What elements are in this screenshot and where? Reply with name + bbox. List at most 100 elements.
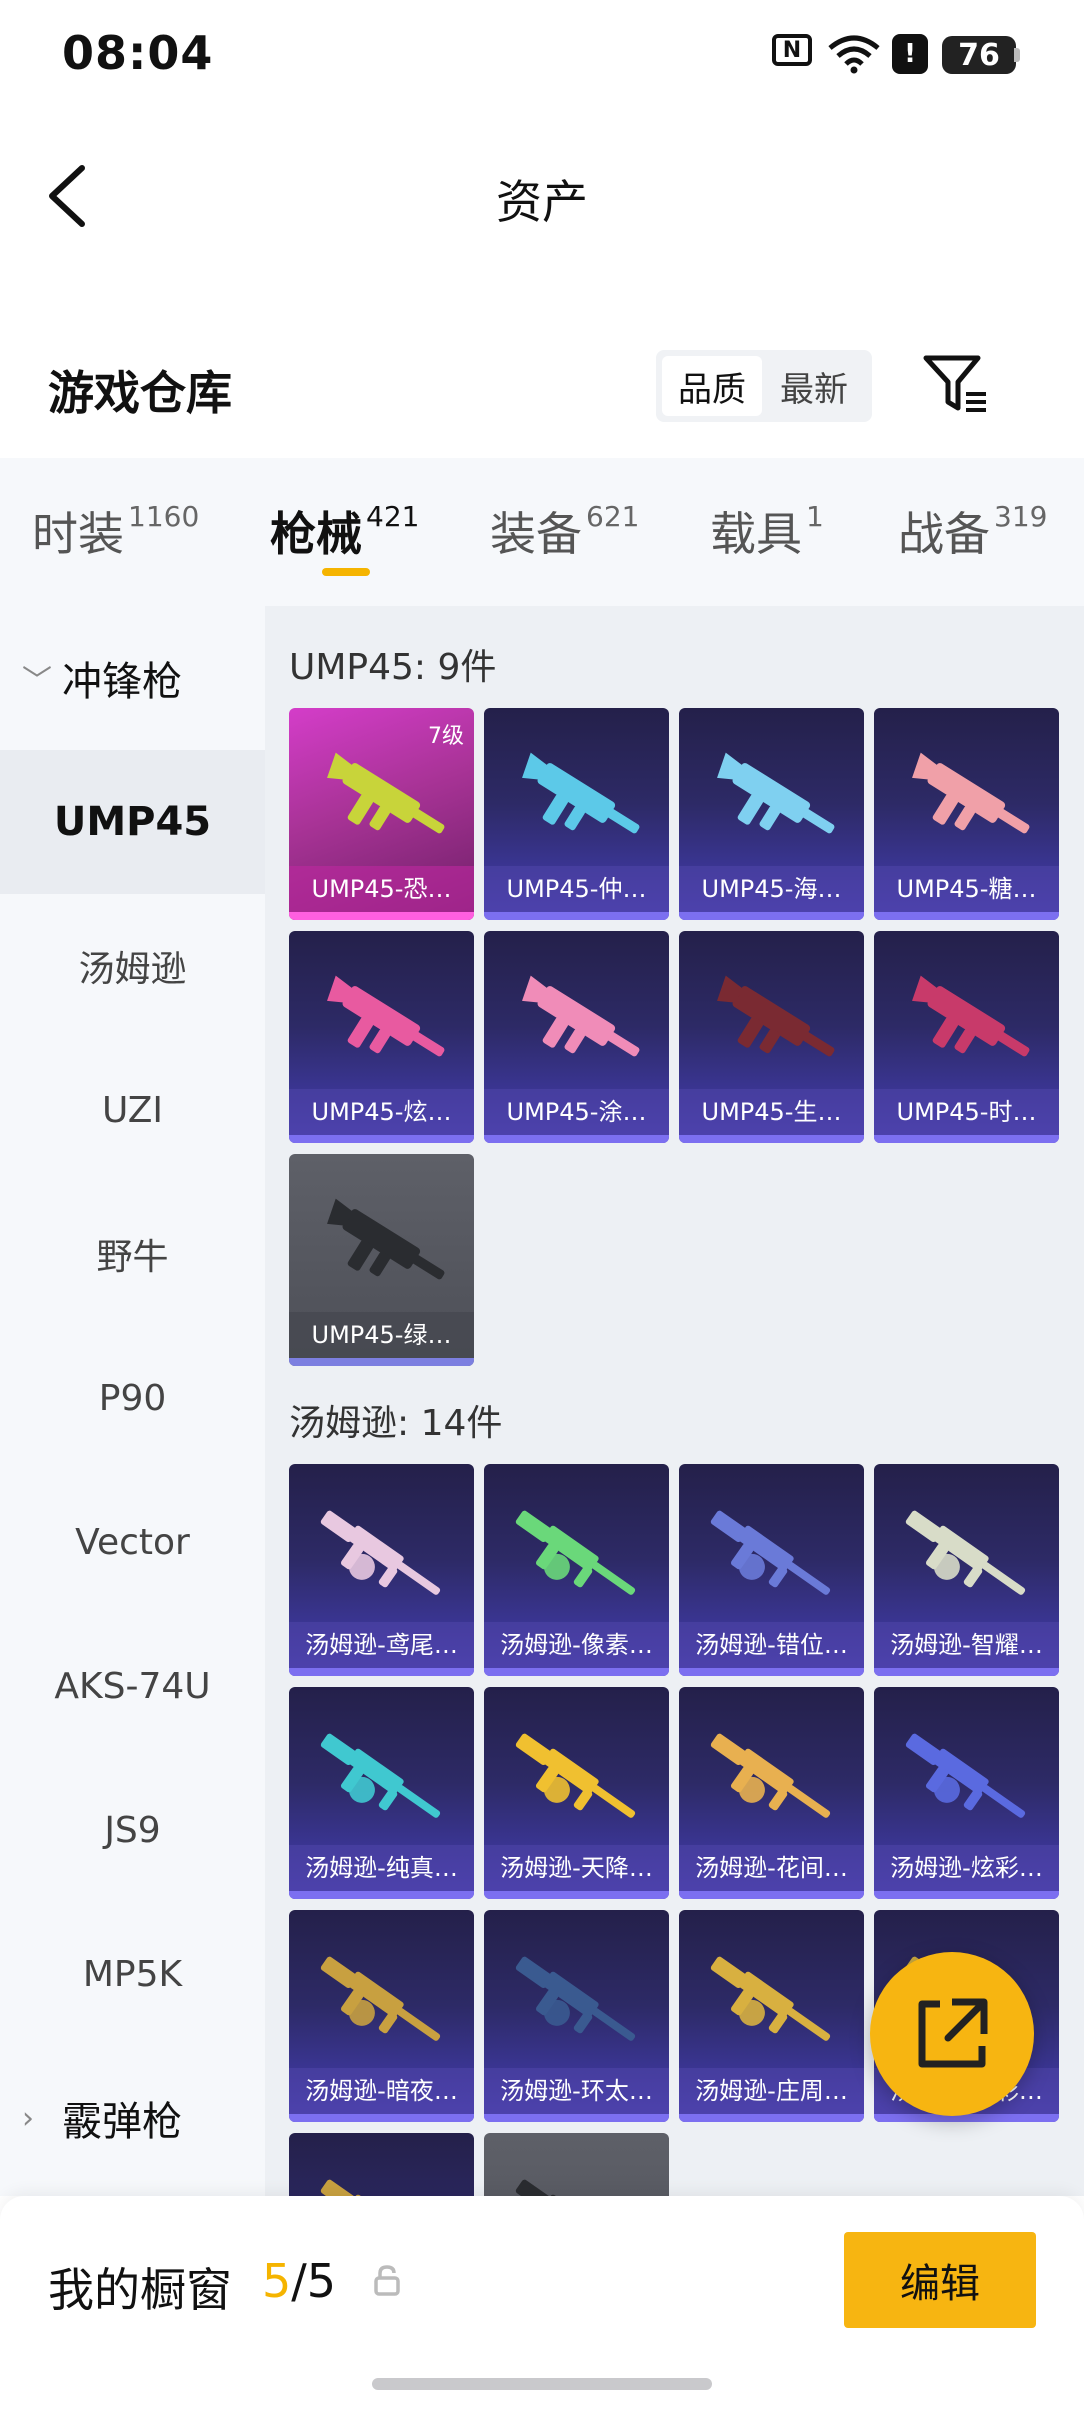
sidebar-group-label: 冲锋枪 (62, 659, 182, 705)
skin-name-label: 汤姆逊-纯真… (289, 1845, 474, 1891)
ump45-gun-image (717, 752, 835, 834)
skin-card[interactable]: 汤姆逊-天降… (484, 1687, 669, 1899)
page-title: 资产 (496, 175, 588, 229)
sort-toggle: 品质 最新 (656, 350, 872, 422)
filter-icon[interactable] (920, 352, 992, 416)
skin-card[interactable]: 汤姆逊-暗夜… (289, 1910, 474, 2122)
ump45-gun-image (912, 752, 1030, 834)
skin-card[interactable]: 汤姆逊-像素… (484, 1464, 669, 1676)
lock-icon (372, 2264, 402, 2298)
chevron-right-icon: › (22, 2100, 34, 2136)
tab-outfits[interactable]: 时装 1160 (32, 498, 199, 564)
skin-card[interactable]: UMP45-生… (679, 931, 864, 1143)
sidebar-item-p90[interactable]: P90 (0, 1326, 265, 1470)
skin-card[interactable]: 汤姆逊-鸢尾… (289, 1464, 474, 1676)
skin-card[interactable]: 汤姆逊-纯真… (289, 1687, 474, 1899)
tab-label: 枪械 (270, 507, 362, 561)
skin-card[interactable]: 汤姆逊-错位… (679, 1464, 864, 1676)
sidebar-item-uzi[interactable]: UZI (0, 1038, 265, 1182)
warehouse-title: 游戏仓库 (48, 366, 232, 420)
tab-equipment[interactable]: 装备 621 (490, 498, 639, 564)
weapon-type-sidebar: ﹀ 冲锋枪 UMP45 汤姆逊 UZI 野牛 P90 Vector AKS-74U… (0, 606, 265, 2196)
rarity-bar (289, 1891, 474, 1899)
skin-name-label: UMP45-恐… (289, 866, 474, 912)
rarity-bar (874, 1891, 1059, 1899)
tab-count: 621 (586, 500, 640, 533)
sort-by-quality-button[interactable]: 品质 (662, 356, 762, 416)
battery-indicator: 76 (942, 36, 1016, 74)
skin-card[interactable]: UMP45-时… (874, 931, 1059, 1143)
skin-card[interactable]: UMP45-涂… (484, 931, 669, 1143)
skin-name-label: 汤姆逊-鸢尾… (289, 1622, 474, 1668)
tab-firearms[interactable]: 枪械 421 (270, 498, 419, 564)
section-title-ump45: UMP45: 9件 (289, 647, 497, 688)
skin-card[interactable]: UMP45-糖… (874, 708, 1059, 920)
tab-count: 1160 (128, 500, 200, 533)
rarity-bar (874, 1668, 1059, 1676)
ump45-gun-image (327, 1198, 445, 1280)
showcase-label: 我的橱窗 (48, 2263, 232, 2317)
home-indicator[interactable] (372, 2378, 712, 2390)
skin-card[interactable]: 7级 UMP45-恐… (289, 708, 474, 920)
tab-vehicles[interactable]: 载具 1 (710, 498, 824, 564)
skin-name-label: 汤姆逊-错位… (679, 1622, 864, 1668)
sidebar-item-bizon[interactable]: 野牛 (0, 1182, 265, 1326)
skin-card[interactable]: UMP45-仲… (484, 708, 669, 920)
rarity-bar (484, 1135, 669, 1143)
sidebar-group-shotgun[interactable]: › 霰弹枪 (0, 2046, 265, 2190)
tommy-gun-image (320, 1956, 441, 2041)
skin-name-label: 汤姆逊-暗夜… (289, 2068, 474, 2114)
tommy-gun-image (320, 1510, 441, 1595)
ump45-gun-image (522, 975, 640, 1057)
tab-supplies[interactable]: 战备 319 (898, 498, 1047, 564)
status-time: 08:04 (62, 26, 214, 80)
tab-label: 装备 (490, 507, 582, 561)
skin-card[interactable] (484, 2133, 669, 2196)
wifi-icon (826, 34, 882, 74)
tab-label: 战备 (898, 507, 990, 561)
skin-card[interactable]: UMP45-绿… (289, 1154, 474, 1366)
sidebar-item-aks74u[interactable]: AKS-74U (0, 1614, 265, 1758)
sidebar-group-smg[interactable]: ﹀ 冲锋枪 (0, 606, 265, 750)
sort-by-newest-button[interactable]: 最新 (764, 356, 864, 416)
skin-card[interactable]: 汤姆逊-炫彩… (874, 1687, 1059, 1899)
tommy-gun-image (515, 1510, 636, 1595)
tommy-gun-image (515, 2179, 599, 2196)
sidebar-item-thompson[interactable]: 汤姆逊 (0, 894, 265, 1038)
tommy-gun-image (710, 1510, 831, 1595)
rarity-bar (289, 2114, 474, 2122)
skin-card[interactable]: UMP45-炫… (289, 931, 474, 1143)
ump45-gun-image (327, 975, 445, 1057)
tab-label: 时装 (32, 507, 124, 561)
skin-card[interactable]: 汤姆逊-智耀… (874, 1464, 1059, 1676)
sidebar-item-vector[interactable]: Vector (0, 1470, 265, 1614)
skin-name-label: 汤姆逊-花间… (679, 1845, 864, 1891)
tommy-gun-image (905, 1733, 1026, 1818)
tommy-gun-image (515, 1733, 636, 1818)
edit-button[interactable]: 编辑 (844, 2232, 1036, 2328)
skin-card[interactable]: UMP45-海… (679, 708, 864, 920)
skin-card[interactable]: 汤姆逊-花间… (679, 1687, 864, 1899)
skin-card[interactable]: 汤姆逊-环太… (484, 1910, 669, 2122)
tommy-gun-image (710, 1956, 831, 2041)
share-button[interactable] (870, 1952, 1034, 2116)
sidebar-item-ump45[interactable]: UMP45 (0, 750, 265, 894)
rarity-bar (484, 2114, 669, 2122)
skin-card[interactable]: 汤姆逊-庄周… (679, 1910, 864, 2122)
tab-count: 319 (994, 500, 1048, 533)
showcase-used-count: 5 (262, 2254, 292, 2308)
rarity-bar (484, 1891, 669, 1899)
rarity-bar (484, 912, 669, 920)
skin-name-label: UMP45-海… (679, 866, 864, 912)
alert-icon: ! (892, 34, 928, 74)
showcase-count: 5/5 (262, 2254, 336, 2308)
rarity-bar (289, 1358, 474, 1366)
sidebar-item-js9[interactable]: JS9 (0, 1758, 265, 1902)
sidebar-item-mp5k[interactable]: MP5K (0, 1902, 265, 2046)
tommy-gun-image (515, 1956, 636, 2041)
active-tab-indicator (322, 568, 370, 576)
skin-card[interactable] (289, 2133, 474, 2196)
tommy-gun-image (320, 2179, 404, 2196)
chevron-down-icon: ﹀ (22, 664, 52, 699)
ump45-gun-image (327, 752, 445, 834)
